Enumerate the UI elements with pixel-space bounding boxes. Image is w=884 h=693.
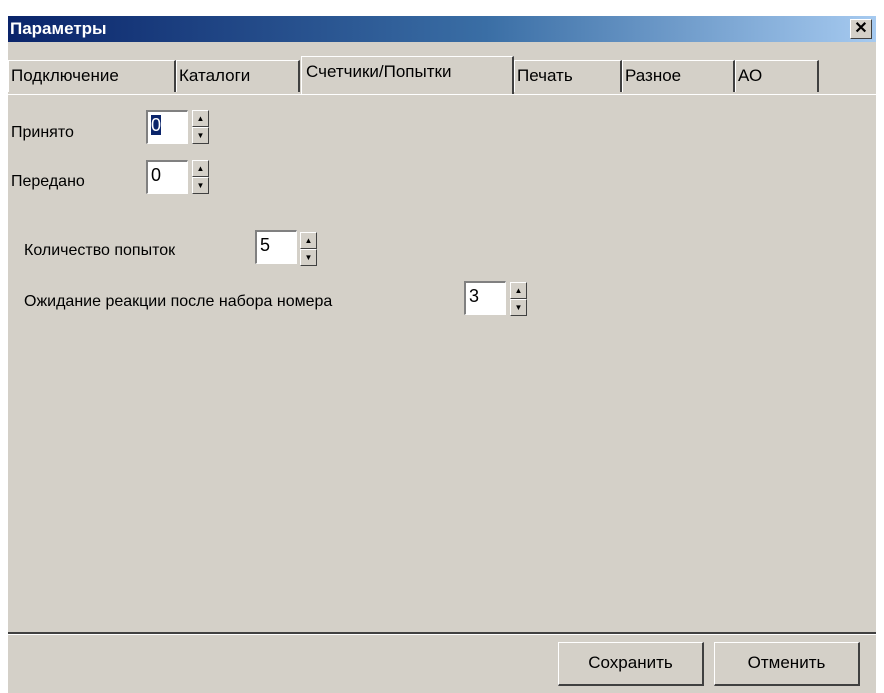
tab-connection[interactable]: Подключение — [8, 60, 176, 92]
received-spin-up[interactable]: ▲ — [192, 110, 209, 127]
attempts-count-label: Количество попыток — [24, 242, 176, 259]
arrow-down-icon: ▼ — [196, 181, 205, 190]
title-bar[interactable]: Параметры ✕ — [8, 16, 876, 42]
arrow-up-icon: ▲ — [304, 236, 313, 245]
footer-divider — [8, 632, 876, 635]
sent-spin-up[interactable]: ▲ — [192, 160, 209, 177]
wait-reaction-value: 3 — [469, 286, 480, 306]
tab-misc[interactable]: Разное — [622, 60, 735, 92]
attempts-count-input[interactable]: 5 — [255, 230, 297, 264]
received-spinner: ▲ ▼ — [192, 110, 209, 144]
tab-connection-label: Подключение — [11, 66, 119, 85]
arrow-up-icon: ▲ — [196, 114, 205, 123]
arrow-down-icon: ▼ — [196, 131, 205, 140]
tab-print[interactable]: Печать — [514, 60, 622, 92]
sent-label: Передано — [11, 173, 85, 190]
sent-value: 0 — [151, 165, 162, 185]
wait-reaction-input[interactable]: 3 — [464, 281, 506, 315]
wait-reaction-spin-up[interactable]: ▲ — [510, 282, 527, 299]
tab-counters-attempts[interactable]: Счетчики/Попытки — [301, 56, 514, 94]
received-spin-down[interactable]: ▼ — [192, 127, 209, 144]
wait-reaction-spinner: ▲ ▼ — [510, 282, 527, 316]
save-button-label: Сохранить — [588, 653, 673, 672]
cancel-button[interactable]: Отменить — [714, 642, 860, 686]
cancel-button-label: Отменить — [747, 653, 826, 672]
attempts-count-spin-down[interactable]: ▼ — [300, 249, 317, 266]
tab-counters-attempts-label: Счетчики/Попытки — [306, 62, 452, 81]
sent-spinner: ▲ ▼ — [192, 160, 209, 194]
wait-reaction-spin-down[interactable]: ▼ — [510, 299, 527, 316]
arrow-down-icon: ▼ — [304, 253, 313, 262]
save-button[interactable]: Сохранить — [558, 642, 704, 686]
arrow-down-icon: ▼ — [514, 303, 523, 312]
sent-input[interactable]: 0 — [146, 160, 188, 194]
tab-catalogs-label: Каталоги — [179, 66, 251, 85]
tab-ao-label: АО — [738, 66, 763, 85]
window-title: Параметры — [10, 19, 107, 38]
attempts-count-spin-up[interactable]: ▲ — [300, 232, 317, 249]
arrow-up-icon: ▲ — [514, 286, 523, 295]
close-button[interactable]: ✕ — [850, 19, 872, 39]
tab-catalogs[interactable]: Каталоги — [176, 60, 300, 92]
received-value: 0 — [151, 115, 162, 135]
parameters-dialog: Параметры ✕ Подключение Каталоги Счетчик… — [8, 16, 876, 693]
tab-print-label: Печать — [517, 66, 573, 85]
wait-reaction-label: Ожидание реакции после набора номера — [24, 293, 333, 310]
received-input[interactable]: 0 — [146, 110, 188, 144]
attempts-count-spinner: ▲ ▼ — [300, 232, 317, 266]
tab-panel-top-edge — [8, 94, 876, 95]
tab-misc-label: Разное — [625, 66, 682, 85]
arrow-up-icon: ▲ — [196, 164, 205, 173]
sent-spin-down[interactable]: ▼ — [192, 177, 209, 194]
received-label: Принято — [11, 124, 74, 141]
close-icon: ✕ — [854, 20, 868, 37]
tab-ao[interactable]: АО — [735, 60, 819, 92]
attempts-count-value: 5 — [260, 235, 271, 255]
